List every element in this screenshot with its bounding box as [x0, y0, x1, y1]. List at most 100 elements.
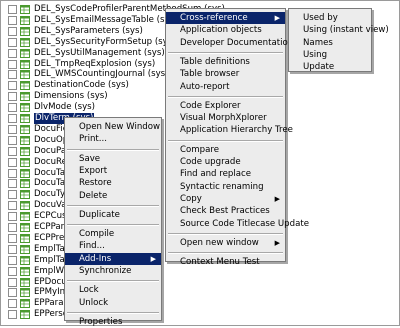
- expand-icon[interactable]: [8, 277, 17, 287]
- menu-item-auto-report[interactable]: Auto-report: [166, 81, 285, 93]
- expand-icon[interactable]: [8, 299, 17, 309]
- menu-item-table-definitions[interactable]: Table definitions: [166, 56, 285, 68]
- table-icon: [20, 201, 30, 211]
- expand-icon[interactable]: [8, 15, 17, 25]
- tree-row[interactable]: DEL_SysEmailMessageTable (sys): [8, 15, 177, 26]
- expand-icon[interactable]: [8, 92, 17, 102]
- menu-item-syntactic-renaming[interactable]: Syntactic renaming: [166, 181, 285, 193]
- expand-icon[interactable]: [8, 26, 17, 36]
- addins-submenu: Cross-reference ▶ Application objects Devel…: [165, 8, 309, 267]
- expand-icon[interactable]: [8, 103, 17, 113]
- expand-icon[interactable]: [8, 212, 17, 222]
- menu-item-cross-reference[interactable]: Cross-reference ▶: [166, 12, 285, 24]
- menu-item-code-upgrade[interactable]: Code upgrade: [166, 156, 285, 168]
- table-icon: [20, 59, 30, 69]
- menu-item-export[interactable]: Export: [65, 165, 161, 177]
- expand-icon[interactable]: [8, 146, 17, 156]
- table-icon: [20, 92, 30, 102]
- menu-item-source-code-titlecase-update[interactable]: Source Code Titlecase Update: [166, 218, 309, 230]
- table-icon: [20, 135, 30, 145]
- expand-icon[interactable]: [8, 5, 17, 14]
- expand-icon[interactable]: [8, 135, 17, 145]
- tree-row[interactable]: DEL_SysUtilManagement (sys): [8, 48, 165, 59]
- menu-item-check-best-practices[interactable]: Check Best Practices: [166, 205, 285, 217]
- tree-row[interactable]: DlvMode (sys): [8, 102, 95, 113]
- expand-icon[interactable]: [8, 244, 17, 254]
- expand-icon[interactable]: [8, 310, 17, 320]
- menu-item-find[interactable]: Find...: [65, 240, 161, 252]
- menu-item-restore[interactable]: Restore: [65, 177, 161, 189]
- expand-icon[interactable]: [8, 70, 17, 80]
- expand-icon[interactable]: [8, 157, 17, 167]
- menu-item-label: Lock: [79, 285, 99, 296]
- menu-item-open-new-window[interactable]: Open New Window: [65, 121, 161, 133]
- menu-item-label: Open new window: [180, 237, 259, 248]
- expand-icon[interactable]: [8, 266, 17, 276]
- menu-item-add-ins[interactable]: Add-Ins ▶: [65, 252, 161, 265]
- menu-item-update[interactable]: Update: [289, 61, 371, 73]
- menu-item-used-by[interactable]: Used by: [289, 12, 371, 24]
- expand-icon[interactable]: [8, 48, 17, 58]
- menu-item-compile[interactable]: Compile: [65, 228, 161, 240]
- menu-item-delete[interactable]: Delete: [65, 190, 161, 202]
- menu-item-copy[interactable]: Copy ▶: [166, 193, 285, 205]
- expand-icon[interactable]: [8, 223, 17, 232]
- menu-separator: [168, 95, 283, 98]
- menu-item-find-and-replace[interactable]: Find and replace: [166, 168, 285, 180]
- expand-icon[interactable]: [8, 114, 17, 123]
- menu-item-context-menu-test[interactable]: Context Menu Test: [166, 256, 285, 268]
- expand-icon[interactable]: [8, 124, 17, 134]
- table-icon: [20, 103, 30, 113]
- menu-item-synchronize[interactable]: Synchronize: [65, 265, 161, 277]
- menu-item-compare[interactable]: Compare: [166, 144, 285, 156]
- table-icon: [20, 124, 30, 134]
- menu-item-developer-documentation[interactable]: Developer Documentation: [166, 37, 293, 49]
- expand-icon[interactable]: [8, 255, 17, 265]
- menu-item-label: Used by: [303, 13, 338, 23]
- expand-icon[interactable]: [8, 59, 17, 69]
- tree-item-label: DEL_SysUtilManagement (sys): [34, 47, 165, 58]
- tree-row[interactable]: DEL_SysParameters (sys): [8, 26, 143, 37]
- tree-row[interactable]: DocuRef: [8, 157, 70, 168]
- expand-icon[interactable]: [8, 233, 17, 243]
- expand-icon[interactable]: [8, 81, 17, 91]
- menu-item-label: Auto-report: [180, 81, 230, 92]
- menu-item-code-explorer[interactable]: Code Explorer: [166, 100, 285, 112]
- tree-row[interactable]: DEL_TmpReqExplosion (sys): [8, 59, 155, 70]
- menu-item-duplicate[interactable]: Duplicate: [65, 209, 161, 221]
- menu-item-table-browser[interactable]: Table browser: [166, 68, 285, 80]
- menu-item-application-objects[interactable]: Application objects: [166, 24, 285, 36]
- menu-item-properties[interactable]: Properties: [65, 316, 161, 328]
- tree-row[interactable]: Dimensions (sys): [8, 91, 108, 102]
- menu-item-names[interactable]: Names: [289, 37, 371, 49]
- tree-row[interactable]: DEL_SysSecurityFormSetup (sys): [8, 37, 176, 48]
- table-icon: [20, 212, 30, 222]
- table-icon: [20, 37, 30, 47]
- table-icon: [20, 223, 30, 232]
- menu-item-label: Print...: [79, 134, 107, 145]
- menu-item-print[interactable]: Print...: [65, 133, 161, 145]
- table-icon: [20, 179, 30, 189]
- menu-item-using[interactable]: Using: [289, 49, 371, 61]
- expand-icon[interactable]: [8, 288, 17, 298]
- expand-icon[interactable]: [8, 179, 17, 189]
- menu-item-open-new-window[interactable]: Open new window ▶: [166, 237, 285, 249]
- menu-item-lock[interactable]: Lock: [65, 284, 161, 296]
- table-icon: [20, 266, 30, 276]
- context-menu: Open New Window Print... Save Export Restore…: [64, 117, 162, 327]
- menu-item-save[interactable]: Save: [65, 153, 161, 165]
- menu-item-unlock[interactable]: Unlock: [65, 297, 161, 309]
- tree-row[interactable]: DEL_WMSCountingJournal (sys): [8, 69, 169, 80]
- tree-item-label: DestinationCode (sys): [34, 80, 129, 91]
- menu-item-application-hierarchy-tree[interactable]: Application Hierarchy Tree: [166, 124, 293, 136]
- table-icon: [20, 5, 30, 14]
- expand-icon[interactable]: [8, 168, 17, 178]
- tree-row[interactable]: DestinationCode (sys): [8, 80, 129, 91]
- expand-icon[interactable]: [8, 190, 17, 200]
- menu-item-using-instant-view[interactable]: Using (instant view): [289, 24, 389, 36]
- expand-icon[interactable]: [8, 37, 17, 47]
- menu-item-label: Restore: [79, 178, 112, 189]
- menu-separator: [67, 311, 159, 314]
- expand-icon[interactable]: [8, 201, 17, 211]
- menu-item-visual-morphxplorer[interactable]: Visual MorphXplorer: [166, 112, 285, 124]
